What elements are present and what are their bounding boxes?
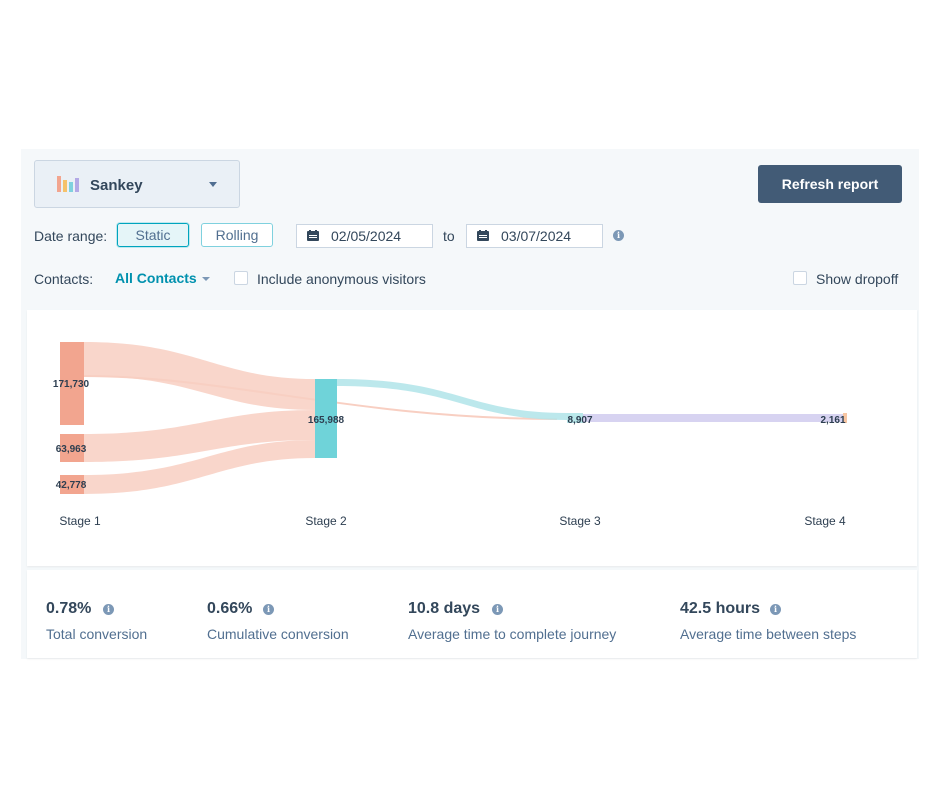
stage-label: Stage 2: [305, 514, 347, 528]
chevron-down-icon[interactable]: [202, 277, 210, 281]
contacts-label: Contacts:: [34, 271, 94, 287]
to-label: to: [443, 228, 455, 244]
stage-label: Stage 4: [804, 514, 846, 528]
avg-step-time-value: 42.5 hours: [680, 600, 761, 617]
info-icon[interactable]: i: [770, 604, 781, 615]
calendar-icon: [477, 230, 489, 241]
date-range-rolling-toggle[interactable]: Rolling: [201, 223, 273, 247]
total-conversion-label: Total conversion: [46, 626, 148, 642]
chart-type-label: Sankey: [90, 177, 143, 194]
stats-card: 0.78% i Total conversion 0.66% i Cumulat…: [27, 570, 917, 658]
chart-type-dropdown[interactable]: Sankey: [34, 160, 240, 208]
bar-chart-icon: [57, 176, 79, 192]
stage-label: Stage 1: [59, 514, 101, 528]
show-dropoff-label: Show dropoff: [816, 271, 899, 287]
flow-stage2-to-stage3: [337, 379, 567, 420]
info-icon[interactable]: i: [103, 604, 114, 615]
cumulative-conversion-label: Cumulative conversion: [207, 626, 349, 642]
refresh-report-button[interactable]: Refresh report: [758, 165, 902, 203]
info-icon[interactable]: i: [613, 230, 624, 241]
start-date-input[interactable]: 02/05/2024: [296, 224, 433, 248]
total-conversion-value: 0.78%: [46, 600, 92, 617]
end-date-input[interactable]: 03/07/2024: [466, 224, 603, 248]
avg-journey-time-value: 10.8 days: [408, 600, 481, 617]
date-range-static-toggle[interactable]: Static: [117, 223, 189, 247]
avg-step-time-label: Average time between steps: [680, 626, 857, 642]
calendar-icon: [307, 230, 319, 241]
info-icon[interactable]: i: [492, 604, 503, 615]
include-anonymous-label: Include anonymous visitors: [257, 271, 426, 287]
cumulative-conversion-value: 0.66%: [207, 600, 253, 617]
node-label: 63,963: [56, 444, 87, 455]
info-icon[interactable]: i: [263, 604, 274, 615]
flow-stage3-to-stage4: [582, 414, 847, 422]
include-anonymous-checkbox[interactable]: [234, 271, 248, 285]
stage-label: Stage 3: [559, 514, 601, 528]
sankey-chart-card: 171,730 63,963 42,778 165,988 8,907 2,16…: [27, 310, 917, 566]
node-label: 8,907: [567, 415, 592, 426]
node-label: 171,730: [53, 379, 90, 390]
contacts-filter-dropdown[interactable]: All Contacts: [115, 270, 197, 286]
sankey-chart: 171,730 63,963 42,778 165,988 8,907 2,16…: [53, 342, 847, 528]
node-label: 42,778: [56, 480, 87, 491]
chevron-down-icon: [209, 182, 217, 187]
avg-journey-time-label: Average time to complete journey: [408, 626, 617, 642]
node-label: 165,988: [308, 415, 345, 426]
show-dropoff-checkbox[interactable]: [793, 271, 807, 285]
start-date-value: 02/05/2024: [331, 228, 402, 244]
end-date-value: 03/07/2024: [501, 228, 572, 244]
date-range-label: Date range:: [34, 228, 108, 244]
node-label: 2,161: [820, 415, 845, 426]
